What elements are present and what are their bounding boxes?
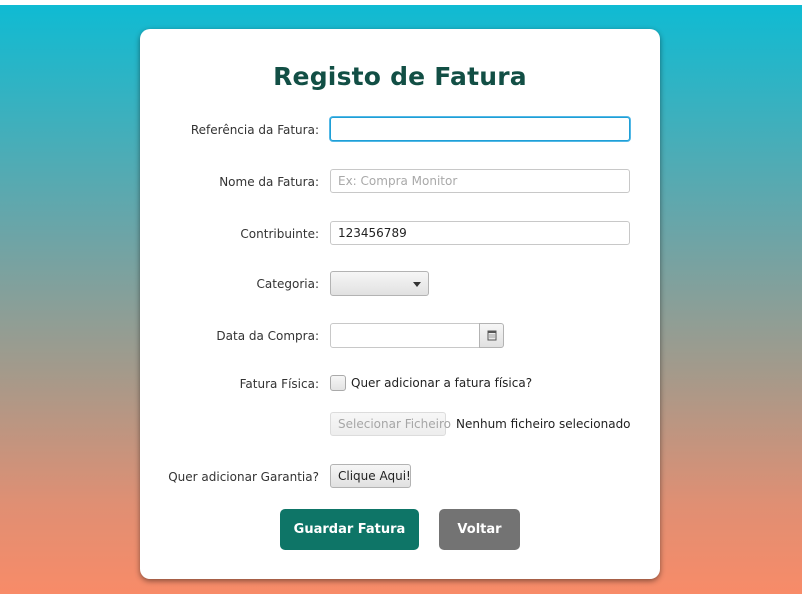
physical-invoice-checkbox-label[interactable]: Quer adicionar a fatura física?	[351, 376, 532, 390]
name-input[interactable]	[330, 169, 630, 193]
category-label: Categoria:	[256, 277, 319, 291]
date-picker-button[interactable]	[479, 323, 504, 348]
file-status-text: Nenhum ficheiro selecionado	[456, 417, 631, 431]
purchase-date-input[interactable]	[330, 323, 480, 348]
physical-invoice-checkbox[interactable]	[330, 375, 346, 391]
reference-input[interactable]	[330, 117, 630, 141]
purchase-date-picker	[330, 323, 504, 348]
taxpayer-label: Contribuinte:	[240, 227, 319, 241]
category-dropdown[interactable]	[330, 271, 429, 296]
reference-label: Referência da Fatura:	[190, 123, 319, 137]
physical-invoice-label: Fatura Física:	[239, 377, 319, 391]
warranty-label: Quer adicionar Garantia?	[168, 470, 319, 484]
purchase-date-label: Data da Compra:	[216, 329, 319, 343]
back-button[interactable]: Voltar	[439, 509, 520, 550]
select-file-button[interactable]: Selecionar Ficheiro	[330, 412, 451, 436]
window: Registo de Fatura Referência da Fatura: …	[0, 0, 805, 599]
page-title: Registo de Fatura	[273, 62, 527, 91]
chevron-down-icon	[413, 282, 421, 287]
add-warranty-button[interactable]: Clique Aqui!	[330, 464, 411, 488]
save-invoice-button[interactable]: Guardar Fatura	[280, 509, 419, 550]
calendar-icon	[487, 330, 497, 341]
taxpayer-input[interactable]	[330, 221, 630, 245]
invoice-form-card: Registo de Fatura Referência da Fatura: …	[140, 29, 660, 579]
name-label: Nome da Fatura:	[219, 175, 319, 189]
